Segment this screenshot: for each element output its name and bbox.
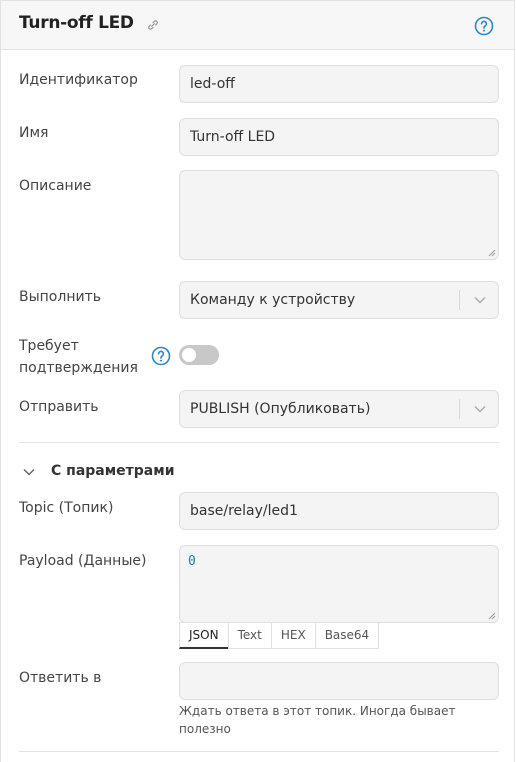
- tab-text[interactable]: Text: [227, 622, 272, 649]
- description-label: Описание: [19, 178, 92, 194]
- collapse-chevron-icon[interactable]: [23, 468, 35, 476]
- name-value: Turn-off LED: [190, 129, 276, 145]
- name-label: Имя: [19, 125, 49, 141]
- topic-label: Topic (Топик): [19, 500, 114, 516]
- reply-label: Ответить в: [19, 670, 102, 686]
- execute-label: Выполнить: [19, 289, 101, 305]
- execute-select[interactable]: Команду к устройству: [179, 281, 499, 319]
- resize-grip-icon[interactable]: [488, 249, 496, 257]
- panel-header: Turn-off LED: [1, 1, 514, 50]
- payload-textarea[interactable]: 0: [179, 545, 499, 623]
- chevron-down-icon: [474, 406, 486, 413]
- help-icon[interactable]: [474, 16, 494, 36]
- topic-value: base/relay/led1: [190, 503, 298, 519]
- confirm-help-icon[interactable]: [151, 346, 171, 366]
- confirm-label-line2: подтверждения: [19, 360, 138, 376]
- page-title: Turn-off LED: [19, 13, 134, 33]
- execute-selected-value: Команду к устройству: [190, 292, 356, 308]
- payload-value: 0: [188, 554, 196, 569]
- resize-grip-icon[interactable]: [488, 612, 496, 620]
- description-textarea[interactable]: [179, 170, 499, 260]
- reply-input[interactable]: [179, 662, 499, 700]
- confirm-label: Требует подтверждения: [19, 335, 138, 379]
- command-editor-panel: Turn-off LED Идентификатор led-off Имя T…: [0, 0, 515, 762]
- confirm-toggle[interactable]: [179, 345, 219, 365]
- payload-format-tabs: JSON Text HEX Base64: [179, 622, 380, 649]
- toggle-knob: [182, 348, 196, 362]
- identifier-label: Идентификатор: [19, 72, 138, 88]
- bottom-divider: [19, 751, 499, 752]
- identifier-input[interactable]: led-off: [179, 65, 499, 103]
- tab-base64[interactable]: Base64: [314, 622, 380, 649]
- topic-input[interactable]: base/relay/led1: [179, 492, 499, 530]
- identifier-value: led-off: [190, 76, 235, 92]
- send-label: Отправить: [19, 399, 99, 415]
- select-divider: [459, 399, 460, 419]
- section-divider: [19, 442, 499, 443]
- send-selected-value: PUBLISH (Опубликовать): [190, 401, 371, 417]
- name-input[interactable]: Turn-off LED: [179, 118, 499, 156]
- tab-json[interactable]: JSON: [179, 622, 229, 649]
- reply-hint: Ждать ответа в этот топик. Иногда бывает…: [179, 704, 456, 736]
- payload-label: Payload (Данные): [19, 553, 147, 569]
- params-section-title[interactable]: С параметрами: [51, 463, 175, 479]
- chevron-down-icon: [474, 297, 486, 304]
- tab-hex[interactable]: HEX: [270, 622, 316, 649]
- link-icon[interactable]: [146, 18, 160, 32]
- send-select[interactable]: PUBLISH (Опубликовать): [179, 390, 499, 428]
- select-divider: [459, 290, 460, 310]
- confirm-label-line1: Требует: [19, 338, 79, 354]
